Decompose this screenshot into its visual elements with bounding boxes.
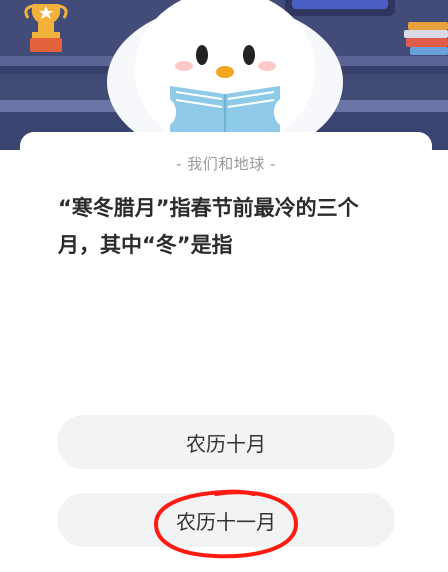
answer-option-2[interactable]: 农历十一月	[57, 493, 395, 547]
books-icon	[404, 22, 448, 55]
question-card: - 我们和地球 - “寒冬腊月”指春节前最冷的三个月，其中“冬”是指 农历十月 …	[20, 132, 432, 572]
quiz-screen: - 我们和地球 - “寒冬腊月”指春节前最冷的三个月，其中“冬”是指 农历十月 …	[0, 0, 448, 572]
question-text: “寒冬腊月”指春节前最冷的三个月，其中“冬”是指	[58, 196, 359, 257]
hero-illustration	[0, 0, 448, 150]
answer-option-1-label: 农历十月	[186, 431, 266, 456]
answer-option-1[interactable]: 农历十月	[57, 415, 395, 469]
hero-banner	[0, 0, 448, 150]
answer-option-2-label: 农历十一月	[176, 509, 276, 534]
question-category: - 我们和地球 -	[176, 155, 276, 173]
